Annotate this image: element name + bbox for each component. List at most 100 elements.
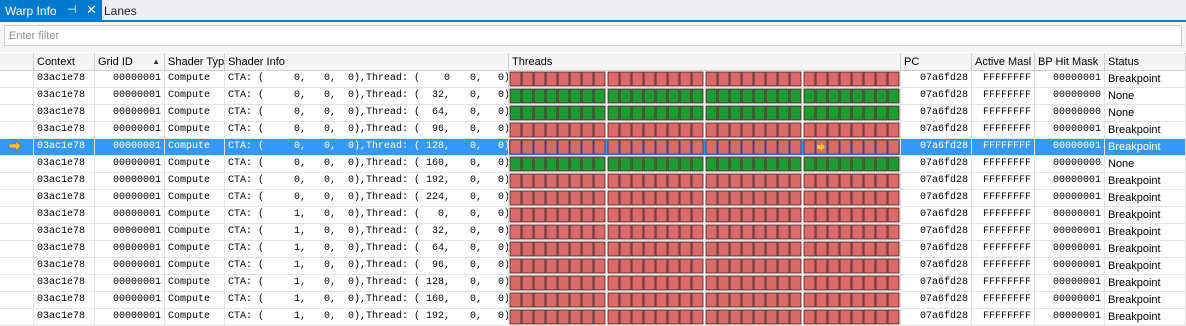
thread-lane[interactable]	[619, 88, 632, 104]
thread-lane[interactable]	[875, 88, 888, 104]
thread-lane[interactable]	[741, 173, 754, 189]
thread-lane[interactable]	[655, 258, 668, 274]
thread-lane[interactable]	[691, 105, 704, 121]
thread-lane[interactable]	[545, 105, 558, 121]
thread-lane[interactable]	[593, 88, 606, 104]
thread-lane[interactable]	[643, 156, 656, 172]
thread-lane[interactable]	[509, 105, 522, 121]
thread-lane[interactable]	[581, 309, 594, 325]
thread-lane[interactable]	[827, 207, 840, 223]
thread-lane[interactable]	[667, 105, 680, 121]
thread-lane[interactable]	[655, 156, 668, 172]
thread-lane[interactable]	[619, 156, 632, 172]
thread-lane[interactable]	[887, 292, 900, 308]
thread-lane[interactable]	[545, 139, 558, 155]
thread-lane[interactable]	[655, 173, 668, 189]
thread-lane[interactable]	[765, 156, 778, 172]
thread-lane[interactable]	[753, 173, 766, 189]
thread-lane[interactable]	[655, 292, 668, 308]
table-row[interactable]: 03ac1e78 00000001 Compute CTA: (1, 0, 0), Thre…	[0, 275, 1186, 292]
threads-cell[interactable]	[509, 173, 901, 189]
thread-lane[interactable]	[557, 88, 570, 104]
thread-lane[interactable]	[875, 292, 888, 308]
thread-lane[interactable]	[667, 258, 680, 274]
thread-lane[interactable]	[827, 173, 840, 189]
thread-lane[interactable]	[741, 292, 754, 308]
thread-lane[interactable]	[509, 88, 522, 104]
thread-lane[interactable]	[509, 139, 522, 155]
thread-lane[interactable]	[655, 139, 668, 155]
filter-input[interactable]	[4, 25, 1182, 46]
thread-lane[interactable]	[679, 241, 692, 257]
thread-lane[interactable]	[607, 309, 620, 325]
thread-lane[interactable]	[667, 173, 680, 189]
thread-lane[interactable]	[815, 156, 828, 172]
thread-lane[interactable]	[569, 309, 582, 325]
thread-lane[interactable]	[777, 105, 790, 121]
thread-lane[interactable]	[789, 71, 802, 87]
thread-lane[interactable]	[679, 292, 692, 308]
thread-lane[interactable]	[875, 71, 888, 87]
thread-lane[interactable]	[521, 105, 534, 121]
thread-lane[interactable]	[741, 105, 754, 121]
header-bp-hit-mask[interactable]: BP Hit Mask	[1035, 53, 1105, 70]
thread-lane[interactable]	[789, 139, 802, 155]
thread-lane[interactable]	[679, 275, 692, 291]
table-row[interactable]: 03ac1e78 00000001 Compute CTA: (0, 0, 0), Thre…	[0, 105, 1186, 122]
thread-lane[interactable]	[545, 156, 558, 172]
thread-lane[interactable]	[887, 275, 900, 291]
thread-lane[interactable]	[533, 156, 546, 172]
thread-lane[interactable]	[717, 241, 730, 257]
thread-lane[interactable]	[803, 173, 816, 189]
threads-cell[interactable]	[509, 71, 901, 87]
thread-lane[interactable]	[729, 122, 742, 138]
thread-lane[interactable]	[827, 241, 840, 257]
thread-lane[interactable]	[741, 224, 754, 240]
thread-lane[interactable]	[851, 190, 864, 206]
thread-lane[interactable]	[655, 275, 668, 291]
thread-lane[interactable]	[619, 190, 632, 206]
thread-lane[interactable]	[753, 241, 766, 257]
thread-lane[interactable]	[631, 139, 644, 155]
thread-lane[interactable]	[593, 156, 606, 172]
thread-lane[interactable]	[827, 292, 840, 308]
thread-lane[interactable]	[569, 241, 582, 257]
thread-lane[interactable]	[863, 207, 876, 223]
thread-lane[interactable]	[705, 207, 718, 223]
thread-lane[interactable]	[533, 122, 546, 138]
thread-lane[interactable]	[741, 71, 754, 87]
thread-lane[interactable]	[741, 258, 754, 274]
thread-lane[interactable]	[705, 139, 718, 155]
thread-lane[interactable]	[851, 207, 864, 223]
thread-lane[interactable]	[581, 122, 594, 138]
thread-lane[interactable]	[875, 309, 888, 325]
thread-lane[interactable]	[679, 71, 692, 87]
thread-lane[interactable]	[667, 88, 680, 104]
thread-lane[interactable]	[729, 207, 742, 223]
thread-lane[interactable]	[643, 224, 656, 240]
thread-lane[interactable]	[557, 241, 570, 257]
thread-lane[interactable]	[569, 258, 582, 274]
thread-lane[interactable]	[679, 139, 692, 155]
thread-lane[interactable]	[753, 122, 766, 138]
thread-lane[interactable]	[765, 241, 778, 257]
thread-lane[interactable]	[765, 275, 778, 291]
thread-lane[interactable]	[545, 258, 558, 274]
thread-lane[interactable]	[863, 241, 876, 257]
thread-lane[interactable]	[643, 207, 656, 223]
thread-lane[interactable]	[851, 258, 864, 274]
thread-lane[interactable]	[509, 122, 522, 138]
thread-lane[interactable]	[741, 88, 754, 104]
thread-lane[interactable]	[533, 224, 546, 240]
thread-lane[interactable]	[753, 258, 766, 274]
thread-lane[interactable]	[777, 173, 790, 189]
thread-lane[interactable]	[887, 224, 900, 240]
thread-lane[interactable]	[827, 88, 840, 104]
thread-lane[interactable]	[691, 88, 704, 104]
thread-lane[interactable]	[667, 275, 680, 291]
thread-lane[interactable]	[729, 105, 742, 121]
table-row[interactable]: 03ac1e78 00000001 Compute CTA: (1, 0, 0), Thre…	[0, 292, 1186, 309]
thread-lane[interactable]	[705, 258, 718, 274]
thread-lane[interactable]	[655, 309, 668, 325]
thread-lane[interactable]	[557, 292, 570, 308]
